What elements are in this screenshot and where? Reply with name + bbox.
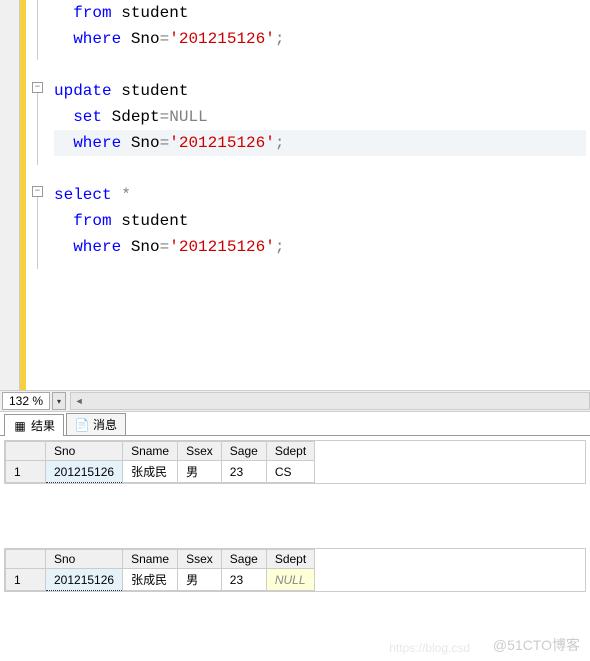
table-header-row: Sno Sname Ssex Sage Sdept <box>6 550 315 569</box>
cell-null[interactable]: NULL <box>266 569 314 591</box>
editor-left-margin <box>0 0 20 390</box>
zoom-dropdown-button[interactable]: ▾ <box>52 392 66 410</box>
cell[interactable]: 男 <box>178 569 222 591</box>
cell[interactable]: 23 <box>221 569 266 591</box>
col-header[interactable]: Sname <box>123 442 178 461</box>
col-header[interactable]: Sage <box>221 550 266 569</box>
cell[interactable]: 201215126 <box>46 569 123 591</box>
cell[interactable]: 张成民 <box>123 461 178 483</box>
row-num-header <box>6 442 46 461</box>
fold-gutter: − − <box>26 0 50 390</box>
tab-label: 结果 <box>31 417 55 434</box>
cell[interactable]: 张成民 <box>123 569 178 591</box>
watermark: https://blog.csd <box>389 641 470 655</box>
col-header[interactable]: Sno <box>46 442 123 461</box>
zoom-bar: 132 % ▾ ◄ <box>0 390 590 412</box>
result-grid-1[interactable]: Sno Sname Ssex Sage Sdept 1 201215126 张成… <box>4 440 586 484</box>
results-area: Sno Sname Ssex Sage Sdept 1 201215126 张成… <box>0 440 590 592</box>
code-content[interactable]: from student where Sno='201215126'; upda… <box>50 0 590 390</box>
fold-toggle-icon[interactable]: − <box>32 82 43 93</box>
results-tabs: ▦ 结果 📄 消息 <box>0 412 590 436</box>
row-num[interactable]: 1 <box>6 569 46 591</box>
col-header[interactable]: Sage <box>221 442 266 461</box>
cell[interactable]: CS <box>266 461 314 483</box>
tab-label: 消息 <box>93 416 117 433</box>
col-header[interactable]: Sname <box>123 550 178 569</box>
result-grid-2[interactable]: Sno Sname Ssex Sage Sdept 1 201215126 张成… <box>4 548 586 592</box>
scroll-left-icon[interactable]: ◄ <box>71 393 87 409</box>
col-header[interactable]: Ssex <box>178 550 222 569</box>
col-header[interactable]: Sdept <box>266 550 314 569</box>
chevron-down-icon: ▾ <box>57 397 61 406</box>
zoom-input[interactable]: 132 % <box>2 392 50 410</box>
table-row[interactable]: 1 201215126 张成民 男 23 CS <box>6 461 315 483</box>
cell[interactable]: 201215126 <box>46 461 123 483</box>
code-editor[interactable]: − − from student where Sno='201215126'; … <box>0 0 590 390</box>
horizontal-scrollbar[interactable]: ◄ <box>70 392 590 410</box>
table-header-row: Sno Sname Ssex Sage Sdept <box>6 442 315 461</box>
col-header[interactable]: Sdept <box>266 442 314 461</box>
col-header[interactable]: Sno <box>46 550 123 569</box>
cell[interactable]: 23 <box>221 461 266 483</box>
fold-toggle-icon[interactable]: − <box>32 186 43 197</box>
watermark: @51CTO博客 <box>493 635 580 655</box>
row-num-header <box>6 550 46 569</box>
grid-icon: ▦ <box>13 419 27 433</box>
tab-results[interactable]: ▦ 结果 <box>4 414 64 436</box>
row-num[interactable]: 1 <box>6 461 46 483</box>
col-header[interactable]: Ssex <box>178 442 222 461</box>
messages-icon: 📄 <box>75 418 89 432</box>
cell[interactable]: 男 <box>178 461 222 483</box>
tab-messages[interactable]: 📄 消息 <box>66 413 126 435</box>
table-row[interactable]: 1 201215126 张成民 男 23 NULL <box>6 569 315 591</box>
